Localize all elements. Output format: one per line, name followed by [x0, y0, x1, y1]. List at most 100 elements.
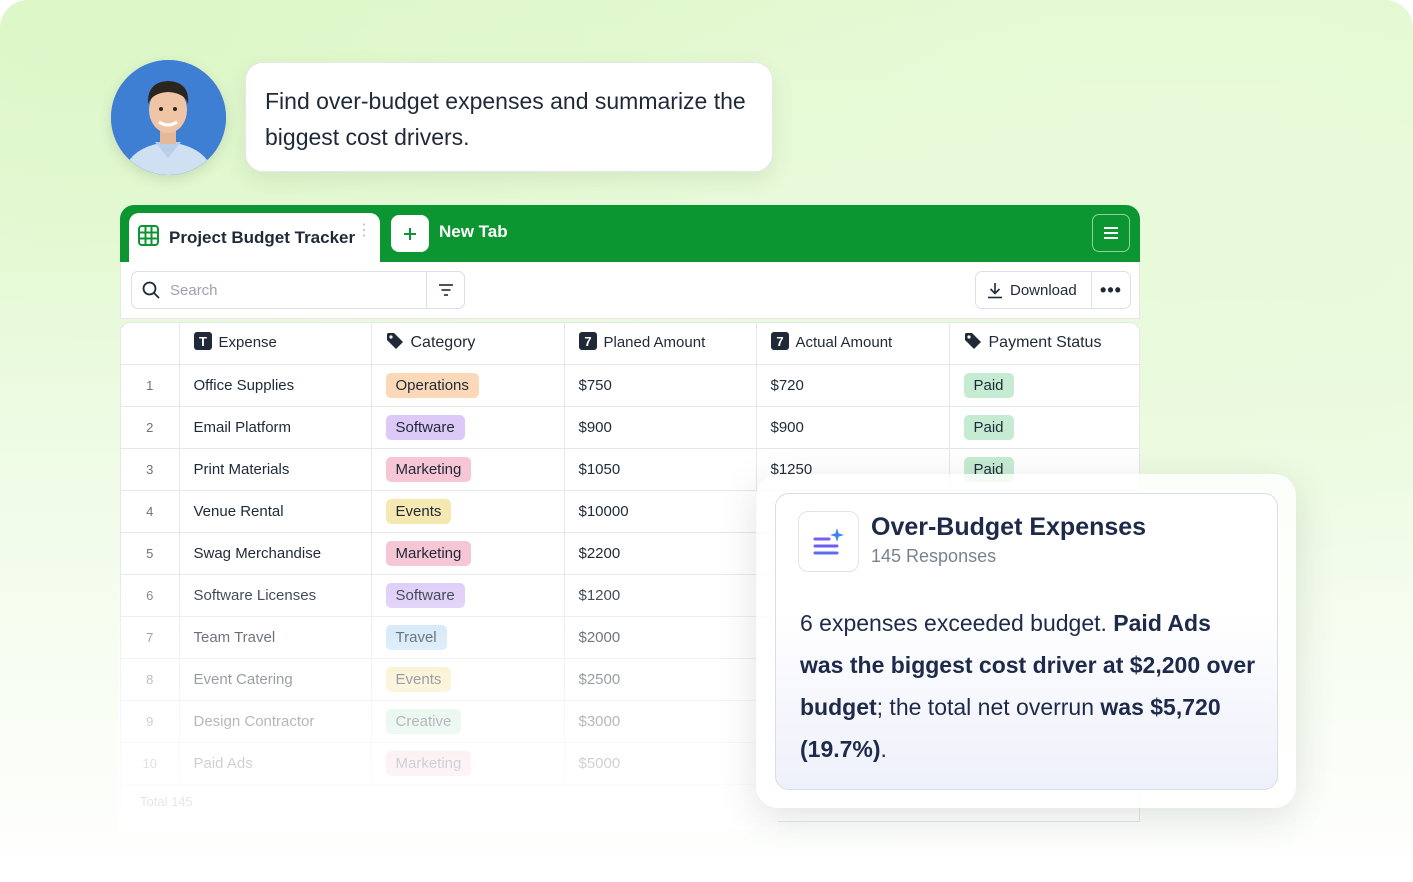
- tab-options-icon[interactable]: ⋮: [356, 223, 372, 239]
- table-footer: Total 145: [140, 794, 193, 809]
- planned-amount-cell[interactable]: $900: [564, 406, 757, 449]
- summary-text: ; the total net overrun: [876, 694, 1101, 720]
- expense-cell[interactable]: Email Platform: [179, 406, 372, 449]
- row-number-header: [121, 323, 180, 365]
- payment-status-cell-tag: Paid: [963, 414, 1014, 440]
- planned-amount-cell[interactable]: $5000: [564, 742, 757, 785]
- row-number[interactable]: 1: [121, 364, 180, 407]
- row-number[interactable]: 7: [121, 616, 180, 659]
- expense-cell[interactable]: Team Travel: [179, 616, 372, 659]
- column-header-category[interactable]: Category: [371, 323, 565, 365]
- category-cell[interactable]: Software: [371, 406, 565, 449]
- svg-text:7: 7: [776, 334, 783, 349]
- actual-amount-cell[interactable]: $720: [756, 364, 950, 407]
- add-tab-button[interactable]: [391, 215, 429, 252]
- search-input[interactable]: Search: [131, 271, 465, 309]
- category-cell-tag: Software: [385, 414, 465, 440]
- category-cell-tag: Operations: [385, 372, 479, 398]
- result-subtitle: 145 Responses: [871, 546, 997, 566]
- result-title: Over-Budget Expenses: [871, 513, 1147, 541]
- table-row[interactable]: 1 Office Supplies Operations $750 $720 Paid: [121, 364, 1139, 407]
- sheet-toolbar: Search Download •••: [120, 262, 1140, 319]
- row-number[interactable]: 2: [121, 406, 180, 449]
- text-type-icon: T: [193, 332, 212, 354]
- filter-button[interactable]: [426, 271, 465, 309]
- category-cell[interactable]: Software: [371, 574, 565, 617]
- payment-status-cell[interactable]: Paid: [949, 406, 1139, 449]
- filter-icon: [438, 284, 453, 296]
- category-cell-tag: Marketing: [385, 456, 472, 482]
- category-cell-tag: Marketing: [385, 750, 472, 776]
- category-cell[interactable]: Marketing: [371, 448, 565, 491]
- more-options-button[interactable]: •••: [1091, 271, 1131, 309]
- sheet-tab-bar: Project Budget Tracker ⋮ New Tab: [120, 205, 1140, 263]
- category-cell[interactable]: Operations: [371, 364, 565, 407]
- planned-amount-cell[interactable]: $1050: [564, 448, 757, 491]
- row-number[interactable]: 8: [121, 658, 180, 701]
- svg-text:7: 7: [584, 334, 591, 349]
- column-header-planned-amount[interactable]: 7 Planed Amount: [564, 323, 757, 365]
- number-type-icon: 7: [770, 332, 789, 354]
- tag-icon: [964, 332, 982, 354]
- expense-cell[interactable]: Swag Merchandise: [179, 532, 372, 575]
- payment-status-cell[interactable]: Paid: [949, 364, 1139, 407]
- planned-amount-cell[interactable]: $750: [564, 364, 757, 407]
- expense-cell[interactable]: Event Catering: [179, 658, 372, 701]
- tab-project-budget-tracker[interactable]: Project Budget Tracker ⋮: [129, 213, 380, 263]
- planned-amount-cell[interactable]: $2200: [564, 532, 757, 575]
- category-cell-tag: Travel: [385, 624, 447, 650]
- expense-cell[interactable]: Paid Ads: [179, 742, 372, 785]
- category-cell[interactable]: Marketing: [371, 532, 565, 575]
- planned-amount-cell[interactable]: $2000: [564, 616, 757, 659]
- planned-amount-cell[interactable]: $3000: [564, 700, 757, 743]
- category-cell[interactable]: Creative: [371, 700, 565, 743]
- column-header-actual-amount[interactable]: 7 Actual Amount: [756, 323, 950, 365]
- planned-amount-cell[interactable]: $2500: [564, 658, 757, 701]
- expense-cell[interactable]: Office Supplies: [179, 364, 372, 407]
- menu-button[interactable]: [1092, 214, 1130, 252]
- number-type-icon: 7: [578, 332, 597, 354]
- table-row[interactable]: 2 Email Platform Software $900 $900 Paid: [121, 406, 1139, 449]
- category-cell[interactable]: Travel: [371, 616, 565, 659]
- planned-amount-cell[interactable]: $10000: [564, 490, 757, 533]
- column-header-payment-status[interactable]: Payment Status: [949, 323, 1139, 365]
- download-button[interactable]: Download: [975, 271, 1092, 309]
- chat-message: Find over-budget expenses and summarize …: [265, 88, 746, 150]
- row-number[interactable]: 5: [121, 532, 180, 575]
- table-grid-icon: [138, 225, 159, 251]
- expense-cell[interactable]: Software Licenses: [179, 574, 372, 617]
- summary-text: .: [880, 736, 887, 762]
- category-cell-tag: Software: [385, 582, 465, 608]
- category-cell[interactable]: Events: [371, 658, 565, 701]
- summary-text: 6 expenses exceeded budget.: [800, 610, 1114, 636]
- planned-amount-cell[interactable]: $1200: [564, 574, 757, 617]
- header-row: T Expense Category 7 Planed Amount 7 Actual…: [121, 323, 1139, 365]
- row-number[interactable]: 4: [121, 490, 180, 533]
- category-cell[interactable]: Events: [371, 490, 565, 533]
- hamburger-icon: [1104, 227, 1118, 239]
- plus-icon: [404, 227, 416, 240]
- expense-cell[interactable]: Venue Rental: [179, 490, 372, 533]
- actual-amount-cell[interactable]: $900: [756, 406, 950, 449]
- ai-summary-icon: [798, 511, 859, 572]
- column-header-expense[interactable]: T Expense: [179, 323, 372, 365]
- search-placeholder: Search: [170, 281, 218, 299]
- expense-cell[interactable]: Print Materials: [179, 448, 372, 491]
- category-cell-tag: Events: [385, 666, 452, 692]
- download-label: Download: [1010, 281, 1077, 299]
- category-cell-tag: Marketing: [385, 540, 472, 566]
- category-cell-tag: Events: [385, 498, 452, 524]
- category-cell-tag: Creative: [385, 708, 462, 734]
- row-number[interactable]: 10: [121, 742, 180, 785]
- row-number[interactable]: 9: [121, 700, 180, 743]
- tab-label: Project Budget Tracker: [169, 228, 356, 247]
- user-avatar: [111, 60, 226, 175]
- payment-status-cell-tag: Paid: [963, 372, 1014, 398]
- category-cell[interactable]: Marketing: [371, 742, 565, 785]
- expense-cell[interactable]: Design Contractor: [179, 700, 372, 743]
- search-icon: [142, 281, 160, 299]
- row-number[interactable]: 3: [121, 448, 180, 491]
- row-number[interactable]: 6: [121, 574, 180, 617]
- result-summary: 6 expenses exceeded budget. Paid Ads was…: [800, 602, 1260, 770]
- new-tab-label[interactable]: New Tab: [439, 222, 508, 242]
